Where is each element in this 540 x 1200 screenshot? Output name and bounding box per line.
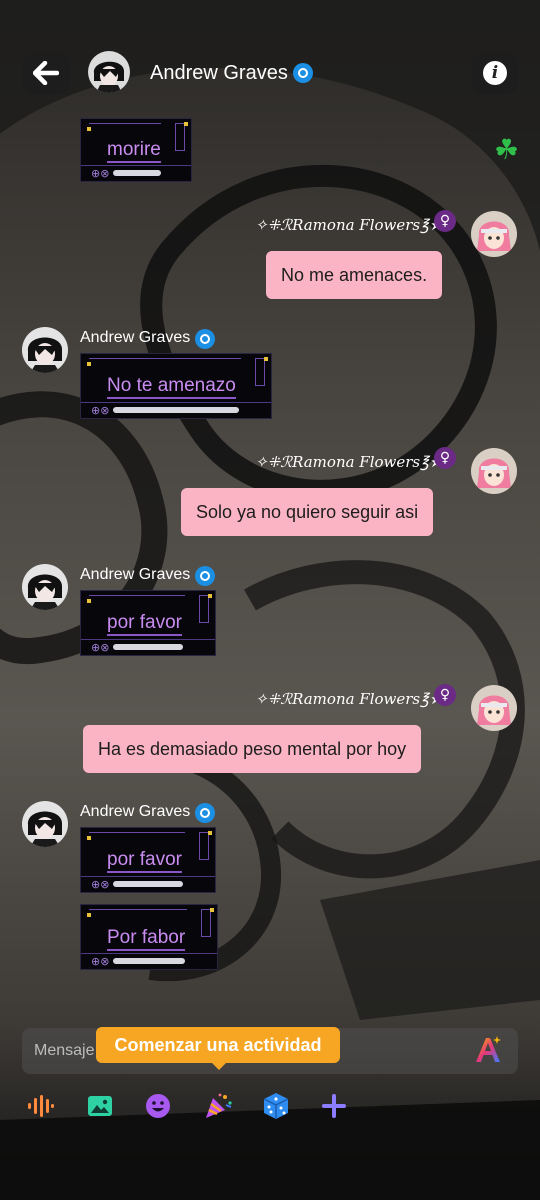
sender-name[interactable]: Andrew Graves xyxy=(80,329,190,347)
message-text: Por fabor xyxy=(107,927,186,951)
info-icon: i xyxy=(483,61,507,85)
message-bubble[interactable]: No me amenaces. xyxy=(266,251,443,299)
message-text: No te amenazo xyxy=(107,375,236,399)
voice-button[interactable] xyxy=(22,1088,58,1124)
sender-avatar[interactable] xyxy=(22,801,68,847)
verified-badge-icon xyxy=(195,803,215,823)
back-button[interactable] xyxy=(22,52,70,94)
venus-icon: ♀ xyxy=(434,210,456,232)
sender-avatar[interactable] xyxy=(22,564,68,610)
sender-avatar[interactable] xyxy=(471,448,517,494)
message-bubble[interactable]: Solo ya no quiero seguir asi xyxy=(181,488,434,536)
sender-avatar[interactable] xyxy=(22,327,68,373)
text-style-icon[interactable] xyxy=(472,1034,504,1066)
info-button[interactable]: i xyxy=(472,52,518,94)
arrow-left-icon xyxy=(33,61,59,85)
verified-badge-icon xyxy=(293,63,313,83)
party-popper-icon xyxy=(206,1093,232,1118)
image-button[interactable] xyxy=(82,1088,118,1124)
chat-header: Andrew Graves i xyxy=(0,40,540,104)
sticker-button[interactable] xyxy=(140,1088,176,1124)
message-text: por favor xyxy=(107,612,182,636)
shamrock-icon: ☘ xyxy=(494,133,520,166)
venus-icon: ♀ xyxy=(434,684,456,706)
dice-icon xyxy=(263,1093,289,1119)
message-bubble[interactable]: Por fabor ⊕⊗ xyxy=(80,904,218,970)
audio-wave-icon xyxy=(28,1095,54,1117)
sender-name[interactable]: ✧⁜ℛRamona Flowers℥★ xyxy=(255,690,442,708)
verified-badge-icon xyxy=(195,329,215,349)
image-icon xyxy=(88,1096,112,1116)
message-bubble[interactable]: morire ⊕⊗ xyxy=(80,118,192,182)
verified-badge-icon xyxy=(195,566,215,586)
message-text: morire xyxy=(107,139,161,163)
contact-name[interactable]: Andrew Graves xyxy=(150,62,288,85)
venus-icon: ♀ xyxy=(434,447,456,469)
sticker-icon xyxy=(146,1094,170,1118)
plus-icon xyxy=(322,1094,346,1118)
more-button[interactable] xyxy=(316,1088,352,1124)
message-text: por favor xyxy=(107,849,182,873)
sender-name[interactable]: ✧⁜ℛRamona Flowers℥★ xyxy=(255,216,442,234)
sender-name[interactable]: Andrew Graves xyxy=(80,566,190,584)
sender-avatar[interactable] xyxy=(471,685,517,731)
composer-toolbar xyxy=(0,1088,540,1124)
sender-name[interactable]: Andrew Graves xyxy=(80,803,190,821)
activity-button[interactable] xyxy=(200,1088,236,1124)
sender-name[interactable]: ✧⁜ℛRamona Flowers℥★ xyxy=(255,453,442,471)
sender-avatar[interactable] xyxy=(471,211,517,257)
activity-tooltip[interactable]: Comenzar una actividad xyxy=(96,1027,340,1070)
dice-button[interactable] xyxy=(258,1088,294,1124)
message-bubble[interactable]: por favor ⊕⊗ xyxy=(80,827,216,893)
message-bubble[interactable]: por favor ⊕⊗ xyxy=(80,590,216,656)
contact-avatar[interactable] xyxy=(88,51,130,93)
message-bubble[interactable]: No te amenazo ⊕⊗ xyxy=(80,353,272,419)
message-bubble[interactable]: Ha es demasiado peso mental por hoy xyxy=(83,725,422,773)
